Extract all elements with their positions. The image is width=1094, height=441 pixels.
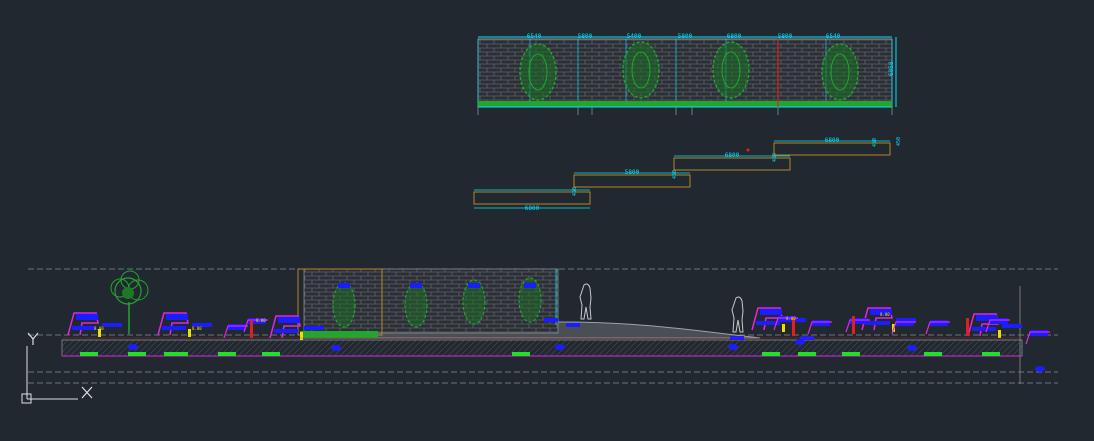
annotation-tag: 8.00 bbox=[94, 326, 104, 331]
ucs-x-glyph bbox=[81, 386, 93, 399]
ground-marker bbox=[842, 352, 860, 356]
shrub-icon bbox=[462, 279, 486, 325]
dimension-label: 6540 bbox=[826, 33, 841, 40]
bench-group bbox=[157, 312, 212, 337]
person-silhouette-icon bbox=[579, 283, 592, 320]
annotation-tag: 8.00 bbox=[880, 312, 890, 317]
stair-side-label: 450 bbox=[896, 137, 902, 146]
shrub-icon bbox=[821, 43, 859, 101]
shrub-icon bbox=[404, 282, 428, 328]
ground-marker bbox=[218, 352, 236, 356]
planter bbox=[468, 283, 480, 288]
dimension-label: 5800 bbox=[778, 33, 793, 40]
ground-marker bbox=[982, 352, 1000, 356]
shrub-icon bbox=[519, 43, 557, 101]
hedge-strip bbox=[300, 331, 378, 338]
shrub-icon bbox=[712, 41, 750, 99]
annotation-tag: 8.00 bbox=[256, 318, 266, 323]
planter bbox=[524, 283, 536, 288]
drain-icon bbox=[555, 344, 565, 350]
bench-group bbox=[967, 313, 1022, 338]
drain-icon bbox=[907, 345, 917, 351]
hedge-strip bbox=[478, 101, 892, 107]
dimension-label: 5400 bbox=[627, 33, 642, 40]
seat-icon bbox=[925, 320, 950, 335]
shrub-icon bbox=[518, 277, 542, 323]
ground-marker bbox=[128, 352, 146, 356]
ground-marker bbox=[762, 352, 780, 356]
seat-icon bbox=[1025, 330, 1050, 345]
cad-canvas[interactable]: 6540 5800 5400 5800 6800 5800 6540 6058 6800 45… bbox=[0, 0, 1094, 437]
drawing-viewport[interactable]: 6540 5800 5400 5800 6800 5800 6540 6058 6800 45… bbox=[0, 0, 1094, 437]
shrub-icon bbox=[622, 41, 660, 99]
planter bbox=[410, 283, 422, 288]
annotation-tag: 8.00 bbox=[192, 326, 202, 331]
section-drawing[interactable]: 8.00 8.00 8.00 8.00 8.00 bbox=[61, 268, 1050, 372]
red-post bbox=[966, 318, 969, 336]
red-post bbox=[852, 316, 855, 334]
ground-marker bbox=[262, 352, 280, 356]
ground-marker bbox=[164, 352, 188, 356]
stair-dim-label: 5800 bbox=[625, 169, 640, 176]
shrub-icon bbox=[332, 282, 356, 328]
dimension-label: 5800 bbox=[578, 33, 593, 40]
ground-marker bbox=[512, 352, 530, 356]
dimension-label: 6800 bbox=[727, 33, 742, 40]
dimension-label: 5800 bbox=[678, 33, 693, 40]
stair-dim-label: 6800 bbox=[725, 152, 740, 159]
drain-icon bbox=[128, 344, 138, 350]
ground-marker bbox=[80, 352, 98, 356]
drain-icon bbox=[1035, 366, 1045, 372]
annotation-tag: 8.00 bbox=[786, 316, 796, 321]
ucs-x-label: X bbox=[84, 386, 85, 388]
light-fixture bbox=[566, 323, 580, 327]
dimension-label: 6540 bbox=[527, 33, 542, 40]
planter bbox=[338, 283, 350, 288]
stair-dim-label: 6800 bbox=[825, 137, 840, 144]
light-fixture bbox=[544, 318, 558, 322]
riser-label: 450 bbox=[572, 187, 578, 196]
bench-group bbox=[67, 312, 122, 337]
ground-slab bbox=[61, 339, 1023, 357]
riser-label: 450 bbox=[772, 153, 778, 162]
red-post bbox=[250, 320, 253, 338]
person-silhouette-icon bbox=[731, 296, 744, 333]
ucs-y-label: Y bbox=[30, 332, 31, 334]
seat-icon bbox=[807, 320, 832, 335]
drain-icon bbox=[728, 344, 738, 350]
stair-dim-label: 6800 bbox=[525, 205, 540, 212]
top-elevation[interactable]: 6540 5800 5400 5800 6800 5800 6540 6058 bbox=[477, 33, 897, 115]
drain-icon bbox=[331, 345, 341, 351]
seat-icon bbox=[891, 320, 916, 335]
ground-marker bbox=[798, 352, 816, 356]
riser-label: 450 bbox=[872, 138, 878, 147]
stairs-elevation[interactable]: 6800 450 5800 450 6800 450 6800 450 450 bbox=[473, 137, 902, 212]
riser-label: 450 bbox=[672, 170, 678, 179]
ground-marker bbox=[924, 352, 942, 356]
red-point bbox=[746, 148, 750, 152]
side-dim-label: 6058 bbox=[888, 61, 895, 76]
